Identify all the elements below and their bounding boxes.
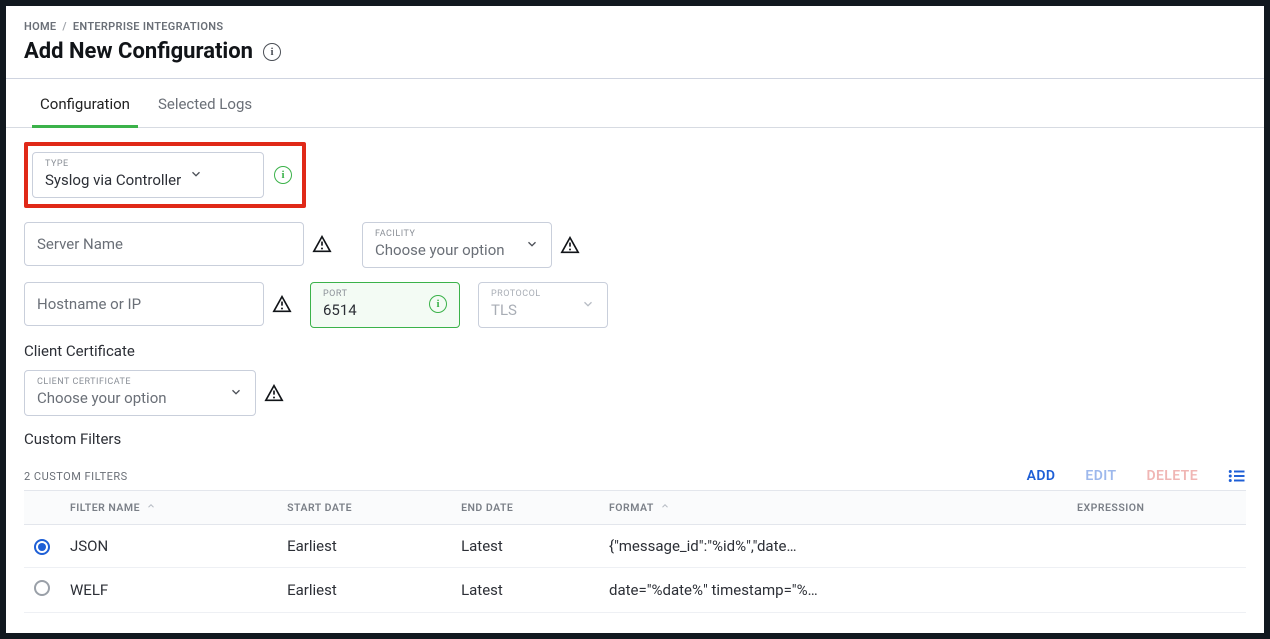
cell-end: Latest [451,568,599,613]
warning-icon [560,236,580,254]
client-certificate-placeholder: Choose your option [37,389,221,407]
sort-arrow-up-icon [146,501,156,514]
row-select[interactable] [24,568,60,613]
type-field-highlight: TYPE Syslog via Controller i [24,142,306,208]
column-format-label: FORMAT [609,501,654,514]
client-certificate-select[interactable]: CLIENT CERTIFICATE Choose your option [24,370,256,416]
column-select [24,491,60,525]
breadcrumb-separator: / [62,20,66,33]
page-title-row: Add New Configuration i [24,39,1246,64]
protocol-label: PROTOCOL [491,289,573,299]
type-value: Syslog via Controller [45,171,181,189]
delete-filter-button[interactable]: DELETE [1146,468,1198,484]
protocol-select: PROTOCOL TLS [478,282,608,328]
list-view-icon[interactable] [1228,469,1246,483]
type-select[interactable]: TYPE Syslog via Controller [32,152,264,198]
info-icon[interactable]: i [263,43,281,61]
column-filter-name[interactable]: FILTER NAME [60,491,277,525]
row-select[interactable] [24,525,60,568]
cell-start: Earliest [277,568,451,613]
hostname-input[interactable]: Hostname or IP [24,282,264,326]
page-title: Add New Configuration [24,39,253,64]
custom-filters-heading: Custom Filters [24,430,1246,448]
radio-button[interactable] [34,539,50,555]
custom-filters-count: 2 CUSTOM FILTERS [24,470,128,483]
breadcrumb: HOME / ENTERPRISE INTEGRATIONS [24,20,1246,33]
info-icon[interactable]: i [429,295,447,313]
port-label: PORT [323,289,421,299]
chevron-down-icon [189,167,203,181]
tabs-bar: Configuration Selected Logs [6,78,1264,128]
server-name-input[interactable]: Server Name [24,222,304,266]
server-name-placeholder: Server Name [37,235,291,253]
type-label: TYPE [45,159,181,169]
cell-expression [1067,525,1246,568]
chevron-down-icon [525,237,539,251]
edit-filter-button[interactable]: EDIT [1085,468,1116,484]
table-row[interactable]: JSONEarliestLatest{"message_id":"%id%","… [24,525,1246,568]
client-certificate-label: CLIENT CERTIFICATE [37,377,221,387]
client-certificate-heading: Client Certificate [24,342,1246,360]
table-row[interactable]: WELFEarliestLatestdate="%date%" timestam… [24,568,1246,613]
cell-end: Latest [451,525,599,568]
cell-format: {"message_id":"%id%","date… [599,525,1067,568]
facility-label: FACILITY [375,229,517,239]
breadcrumb-home[interactable]: HOME [24,20,56,33]
port-input[interactable]: PORT 6514 i [310,282,460,328]
column-format[interactable]: FORMAT [599,491,1067,525]
facility-placeholder: Choose your option [375,241,517,259]
cell-format: date="%date%" timestamp="%… [599,568,1067,613]
tab-selected-logs[interactable]: Selected Logs [156,79,254,127]
warning-icon [272,295,292,313]
warning-icon [264,384,284,402]
chevron-down-icon [581,297,595,311]
warning-icon [312,235,332,253]
column-filter-name-label: FILTER NAME [70,501,140,514]
column-expression[interactable]: EXPRESSION [1067,491,1246,525]
custom-filters-table: FILTER NAME START DATE END DATE FORMAT [24,490,1246,613]
chevron-down-icon [229,385,243,399]
add-filter-button[interactable]: ADD [1027,468,1056,484]
info-icon[interactable]: i [274,166,292,184]
tab-configuration[interactable]: Configuration [38,79,132,127]
cell-name: JSON [60,525,277,568]
facility-select[interactable]: FACILITY Choose your option [362,222,552,268]
cell-name: WELF [60,568,277,613]
cell-start: Earliest [277,525,451,568]
hostname-placeholder: Hostname or IP [37,295,251,313]
sort-arrow-up-icon [660,501,670,514]
breadcrumb-section[interactable]: ENTERPRISE INTEGRATIONS [73,20,223,33]
radio-button[interactable] [34,580,50,596]
cell-expression [1067,568,1246,613]
protocol-value: TLS [491,301,573,319]
column-end-date[interactable]: END DATE [451,491,599,525]
port-value: 6514 [323,301,421,319]
column-start-date[interactable]: START DATE [277,491,451,525]
